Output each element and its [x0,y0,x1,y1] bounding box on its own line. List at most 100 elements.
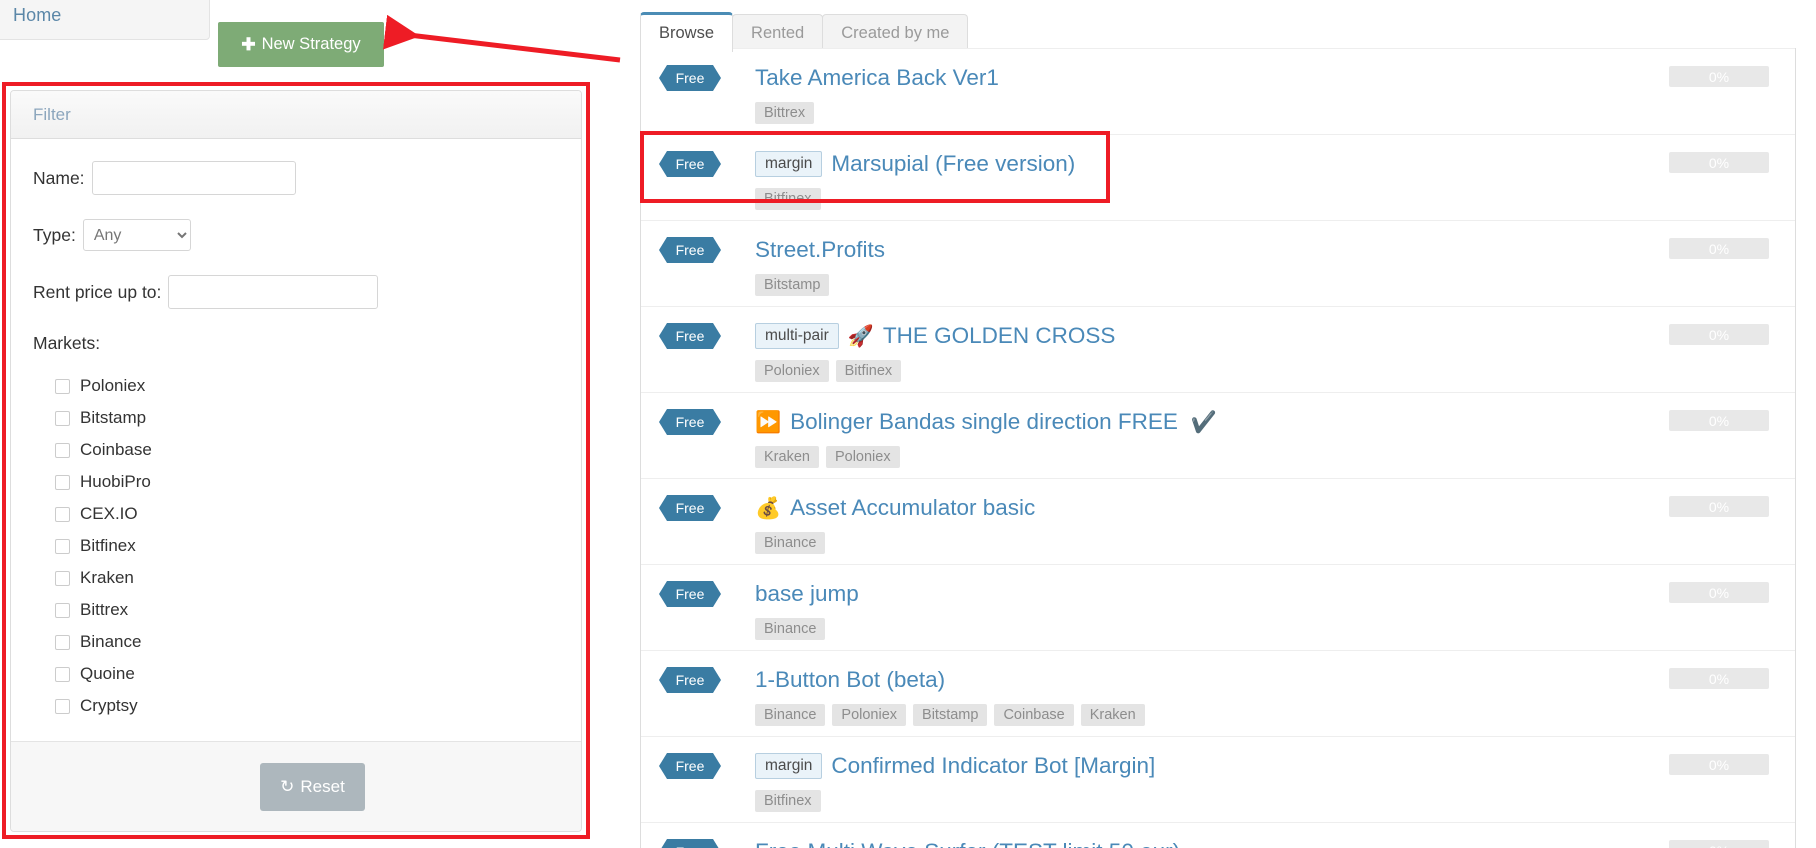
checkbox-icon[interactable] [55,634,70,650]
filter-panel-body: Name: Type: Any Rent price up to: Market… [11,139,581,722]
market-label: Coinbase [80,440,152,459]
market-checkbox-item[interactable]: Binance [55,626,559,658]
market-label: Cryptsy [80,696,138,715]
strategy-leading-emoji-icon: 🚀 [847,324,874,348]
strategy-title-link[interactable]: Street.Profits [755,237,885,263]
market-checkbox-item[interactable]: HuobiPro [55,466,559,498]
strategy-progress-badge: 0% [1669,410,1769,431]
checkbox-icon[interactable] [55,698,70,714]
filter-panel: Filter Name: Type: Any Rent price up to:… [10,90,582,832]
strategy-title-link[interactable]: Asset Accumulator basic [790,495,1035,521]
checkbox-icon[interactable] [55,602,70,618]
checkbox-icon[interactable] [55,506,70,522]
checkbox-icon[interactable] [55,410,70,426]
strategy-progress-badge: 0% [1669,238,1769,259]
strategy-leading-emoji-icon: 💰 [755,496,782,520]
market-chip: Bitfinex [755,188,821,210]
type-field-row: Type: Any [33,219,559,251]
rent-price-field-row: Rent price up to: [33,275,559,309]
market-chip: Bitstamp [755,274,830,296]
strategy-title-link[interactable]: 1-Button Bot (beta) [755,667,945,693]
market-label: Quoine [80,664,135,683]
market-checkbox-item[interactable]: Bitstamp [55,402,559,434]
rent-price-input[interactable] [168,275,379,309]
checkbox-icon[interactable] [55,570,70,586]
strategy-market-chips: Bitstamp [755,274,1795,296]
strategy-row[interactable]: Free multi-pair 🚀 THE GOLDEN CROSS Poloniex B… [641,307,1795,393]
strategy-row[interactable]: Free margin Confirmed Indicator Bot [Margi… [641,737,1795,823]
tab-browse[interactable]: Browse [640,12,734,52]
free-badge: Free [659,753,721,779]
strategy-title-link[interactable]: base jump [755,581,859,607]
market-label: Bittrex [80,600,129,619]
strategy-row[interactable]: Free ⏩ Bolinger Bandas single direction FR… [641,393,1795,479]
market-checkbox-item[interactable]: Kraken [55,562,559,594]
tab-rented[interactable]: Rented [732,14,824,52]
strategy-type-tag: margin [755,753,823,779]
strategy-tabs: Browse Rented Created by me [640,10,969,52]
market-label: Poloniex [80,376,146,395]
markets-label: Markets: [33,333,101,353]
strategy-row[interactable]: Free Free Multi Wave Surfer (TEST limit 5… [641,823,1795,848]
free-badge: Free [659,581,721,607]
strategy-title-link[interactable]: Confirmed Indicator Bot [Margin] [831,753,1155,779]
breadcrumb: Home [0,0,210,40]
strategy-title-link[interactable]: Free Multi Wave Surfer (TEST limit 50 eu… [755,839,1180,848]
market-checkbox-item[interactable]: Poloniex [55,370,559,402]
strategy-row[interactable]: Free 💰 Asset Accumulator basic Binance 0% [641,479,1795,565]
strategy-title-link[interactable]: Take America Back Ver1 [755,65,999,91]
strategy-title-link[interactable]: THE GOLDEN CROSS [883,323,1116,349]
market-checkbox-item[interactable]: Quoine [55,658,559,690]
markets-checkbox-list: Poloniex Bitstamp Coinbase HuobiPro CEX.IO Bi… [33,370,559,722]
checkbox-icon[interactable] [55,474,70,490]
market-chip: Bitfinex [755,790,821,812]
strategy-row[interactable]: Free Street.Profits Bitstamp 0% [641,221,1795,307]
market-checkbox-item[interactable]: Coinbase [55,434,559,466]
strategy-row[interactable]: Free margin Marsupial (Free version) Bitfin… [641,135,1795,221]
undo-icon: ↻ [280,777,295,796]
checkbox-icon[interactable] [55,442,70,458]
checkbox-icon[interactable] [55,538,70,554]
tab-created-by-me[interactable]: Created by me [822,14,969,52]
strategy-progress-badge: 0% [1669,496,1769,517]
market-chip: Poloniex [825,446,900,468]
market-chip: Binance [755,532,826,554]
market-checkbox-item[interactable]: Cryptsy [55,690,559,722]
market-checkbox-item[interactable]: CEX.IO [55,498,559,530]
checkbox-icon[interactable] [55,378,70,394]
breadcrumb-home-link[interactable]: Home [13,5,61,26]
market-chip: Poloniex [755,360,829,382]
strategy-row[interactable]: Free Take America Back Ver1 Bittrex 0% [641,48,1795,135]
new-strategy-button[interactable]: ✚ New Strategy [218,22,384,67]
right-column: Browse Rented Created by me Free Take Ameri… [620,0,1816,848]
free-badge: Free [659,409,721,435]
reset-label: Reset [300,776,345,796]
strategy-row[interactable]: Free base jump Binance 0% [641,565,1795,651]
strategy-progress-badge: 0% [1669,668,1769,689]
checkbox-icon[interactable] [55,666,70,682]
name-field-row: Name: [33,161,559,195]
strategy-market-chips: Kraken Poloniex [755,446,1795,468]
market-chip: Binance [755,704,826,726]
strategy-type-tag: margin [755,151,823,177]
reset-button[interactable]: ↻ Reset [260,762,365,811]
strategy-row-main: margin Marsupial (Free version) [755,149,1795,179]
market-chip: Bitfinex [835,360,902,382]
strategy-row-main: base jump [755,579,1795,609]
strategy-list-panel: Free Take America Back Ver1 Bittrex 0% Free m… [640,48,1796,848]
market-checkbox-item[interactable]: Bittrex [55,594,559,626]
strategy-row-main: Take America Back Ver1 [755,63,1795,93]
market-chip: Coinbase [994,704,1074,726]
market-checkbox-item[interactable]: Bitfinex [55,530,559,562]
strategy-row-main: ⏩ Bolinger Bandas single direction FREE ✔️ [755,407,1795,437]
strategy-market-chips: Binance Poloniex Bitstamp Coinbase Kraken [755,704,1795,726]
market-chip: Kraken [755,446,819,468]
name-input[interactable] [91,161,296,195]
type-select[interactable]: Any [82,219,191,251]
strategy-title-link[interactable]: Bolinger Bandas single direction FREE [790,409,1178,435]
strategy-title-link[interactable]: Marsupial (Free version) [831,151,1075,177]
free-badge: Free [659,839,721,848]
strategy-row[interactable]: Free 1-Button Bot (beta) Binance Poloniex Bi… [641,651,1795,737]
strategy-progress-badge: 0% [1669,840,1769,848]
free-badge: Free [659,323,721,349]
